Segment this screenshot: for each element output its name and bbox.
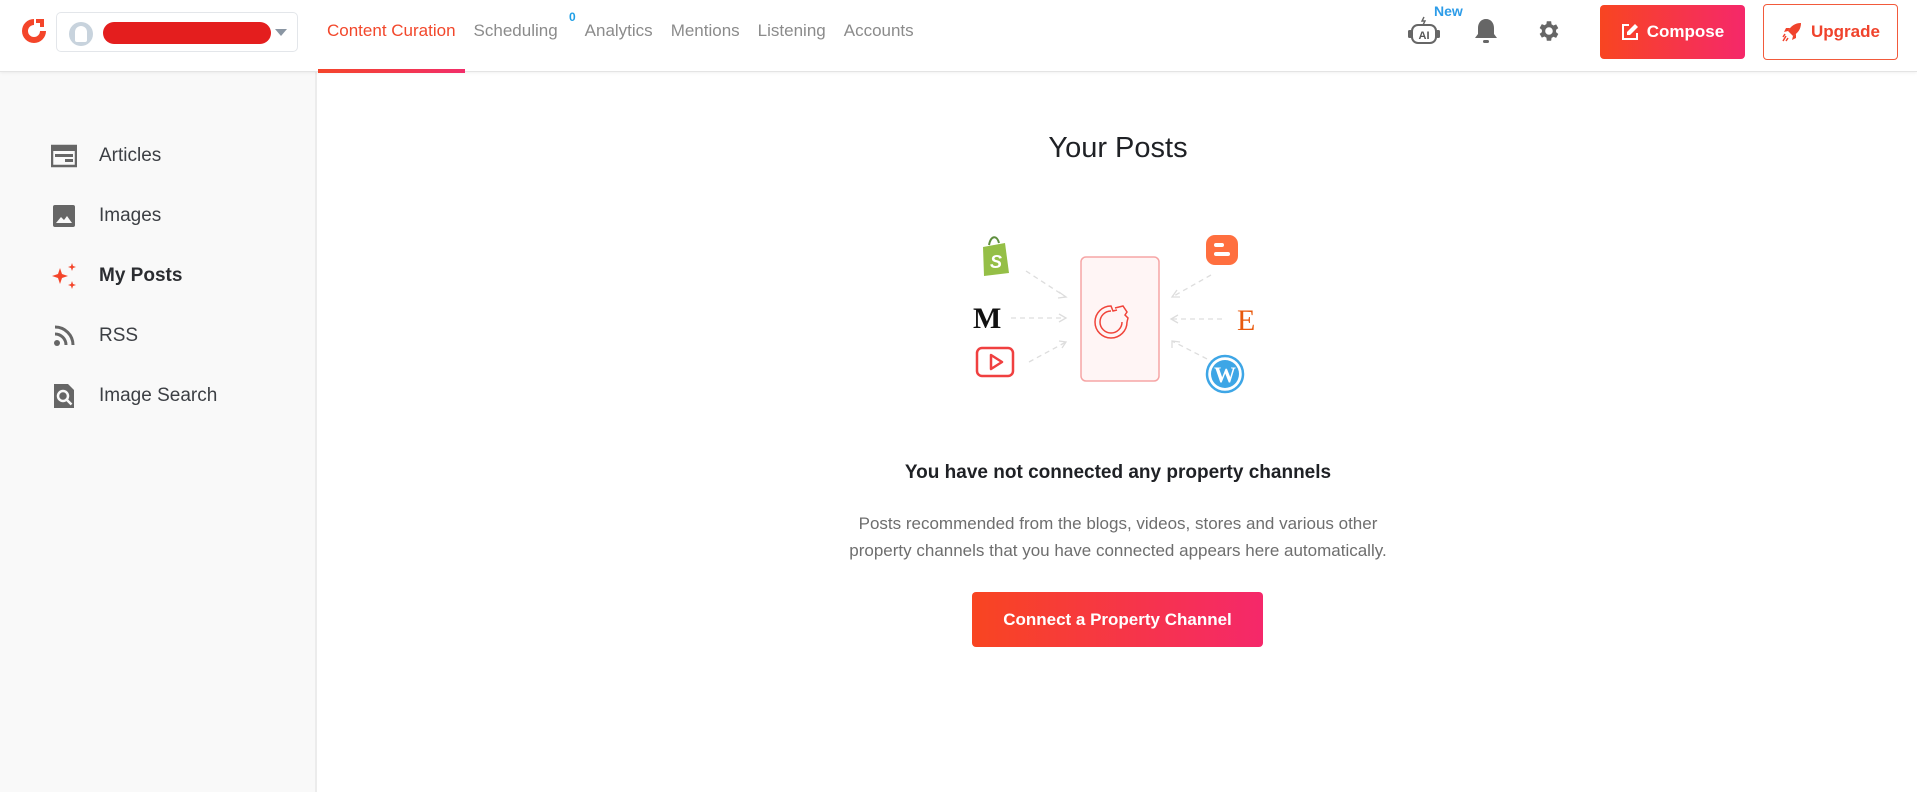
upgrade-button[interactable]: Upgrade [1763,4,1898,60]
tab-label: Content Curation [327,21,456,40]
youtube-icon [975,346,1015,378]
sidebar-item-my-posts[interactable]: My Posts [50,256,182,296]
tab-content-curation[interactable]: Content Curation [318,0,465,73]
sidebar-item-label: Articles [99,145,162,166]
tab-label: Listening [757,21,826,40]
tab-label: Accounts [843,21,914,40]
tab-accounts[interactable]: Accounts [835,0,923,72]
compose-label: Compose [1646,22,1725,41]
medium-icon: M [973,302,1001,335]
description-line: Posts recommended from the blogs, videos… [858,514,1378,533]
ai-assistant-button[interactable]: AI [1406,14,1442,48]
empty-state-description: Posts recommended from the blogs, videos… [319,510,1917,564]
tab-label: Analytics [584,21,653,40]
tab-label: Mentions [670,21,740,40]
upgrade-label: Upgrade [1811,22,1880,41]
top-header: Content Curation Scheduling 0 Analytics M… [0,0,1917,73]
sidebar-item-articles[interactable]: Articles [50,136,161,176]
sparkles-icon [50,262,78,290]
user-avatar-icon [69,22,93,46]
bell-icon [1475,19,1497,43]
wordpress-icon: W [1205,354,1245,394]
sidebar-item-rss[interactable]: RSS [50,316,138,356]
sidebar-item-label: Images [99,205,162,226]
notifications-button[interactable] [1468,14,1504,48]
tab-label: Scheduling [473,21,558,40]
sidebar-item-label: RSS [99,325,139,346]
tab-mentions[interactable]: Mentions [662,0,749,72]
main-nav: Content Curation Scheduling 0 Analytics M… [318,0,923,73]
sidebar-item-image-search[interactable]: Image Search [50,376,217,416]
settings-button[interactable] [1530,14,1566,48]
rss-icon [50,322,78,350]
blogger-icon [1206,235,1238,265]
empty-state-heading: You have not connected any property chan… [904,462,1332,483]
tab-scheduling[interactable]: Scheduling 0 [465,0,576,72]
sidebar: Articles Images My Posts RSS Image Searc… [0,72,317,792]
new-badge: New [1434,3,1463,19]
ai-robot-icon: AI [1408,16,1440,44]
svg-text:S: S [990,252,1002,272]
tab-analytics[interactable]: Analytics [576,0,662,72]
description-line: property channels that you have connecte… [849,541,1387,560]
sidebar-item-label: My Posts [99,265,183,286]
sidebar-item-label: Image Search [99,385,218,406]
image-icon [50,202,78,230]
account-switcher[interactable] [56,12,298,52]
main-content: Your Posts S M E W You have not connecte… [319,72,1917,792]
rocket-icon [1782,23,1802,42]
shopify-icon: S [983,236,1009,276]
contentstudio-card [1080,256,1160,382]
tab-listening[interactable]: Listening [749,0,835,72]
etsy-icon: E [1237,304,1255,337]
connect-property-channel-button[interactable]: Connect a Property Channel [972,592,1263,647]
redacted-account-name [103,22,271,44]
gear-icon [1539,21,1559,41]
caret-down-icon [275,29,287,36]
articles-icon [50,142,78,170]
sidebar-item-images[interactable]: Images [50,196,161,236]
scheduling-count-badge: 0 [568,10,576,24]
compose-button[interactable]: Compose [1600,5,1745,59]
edit-icon [1621,24,1638,40]
svg-text:W: W [1214,362,1236,387]
property-channels-illustration: S M E W [973,235,1255,394]
svg-text:AI: AI [1419,30,1430,42]
contentstudio-logo-icon[interactable] [18,15,50,47]
image-search-icon [50,382,78,410]
page-title: Your Posts [1048,132,1188,164]
